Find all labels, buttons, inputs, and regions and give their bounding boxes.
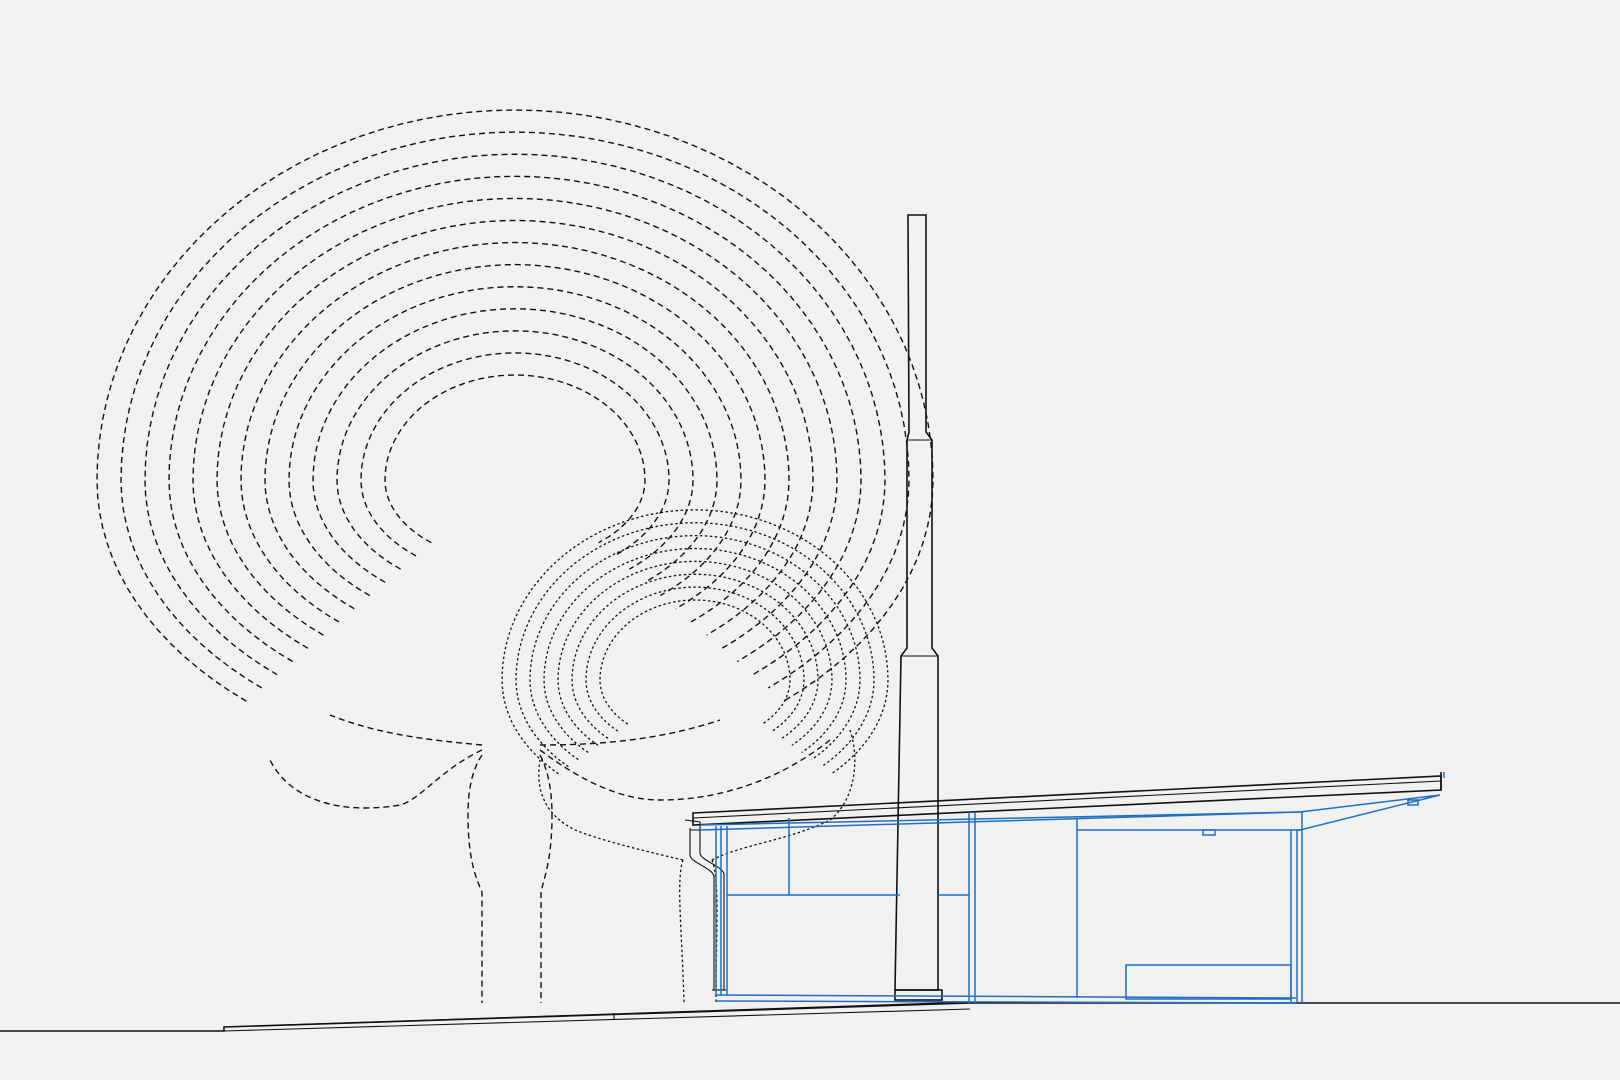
large-tree-ring	[264, 263, 766, 610]
large-tree-trunk	[269, 714, 831, 1003]
large-tree-ring	[312, 308, 718, 583]
small-tree-trunk	[538, 729, 856, 1004]
large-tree-ring	[288, 285, 742, 597]
large-tree-ring	[96, 109, 934, 702]
small-tree-ring	[543, 547, 847, 754]
small-tree-ring	[529, 534, 861, 761]
large-tree-ring	[192, 197, 838, 649]
large-tree-canopy-rings	[96, 109, 934, 702]
large-tree-ring	[240, 241, 790, 623]
large-tree-ring	[384, 374, 646, 544]
large-tree-ring	[120, 131, 910, 689]
small-tree-ring	[515, 522, 875, 768]
roof	[684, 772, 1442, 831]
section-drawing	[0, 109, 1620, 1032]
ground-line	[0, 1001, 1620, 1032]
chimney-pole	[894, 214, 943, 1001]
small-tree-ring	[585, 586, 805, 732]
small-tree-ring	[599, 599, 791, 725]
small-tree-ring	[557, 560, 833, 746]
large-tree-ring	[144, 153, 886, 676]
